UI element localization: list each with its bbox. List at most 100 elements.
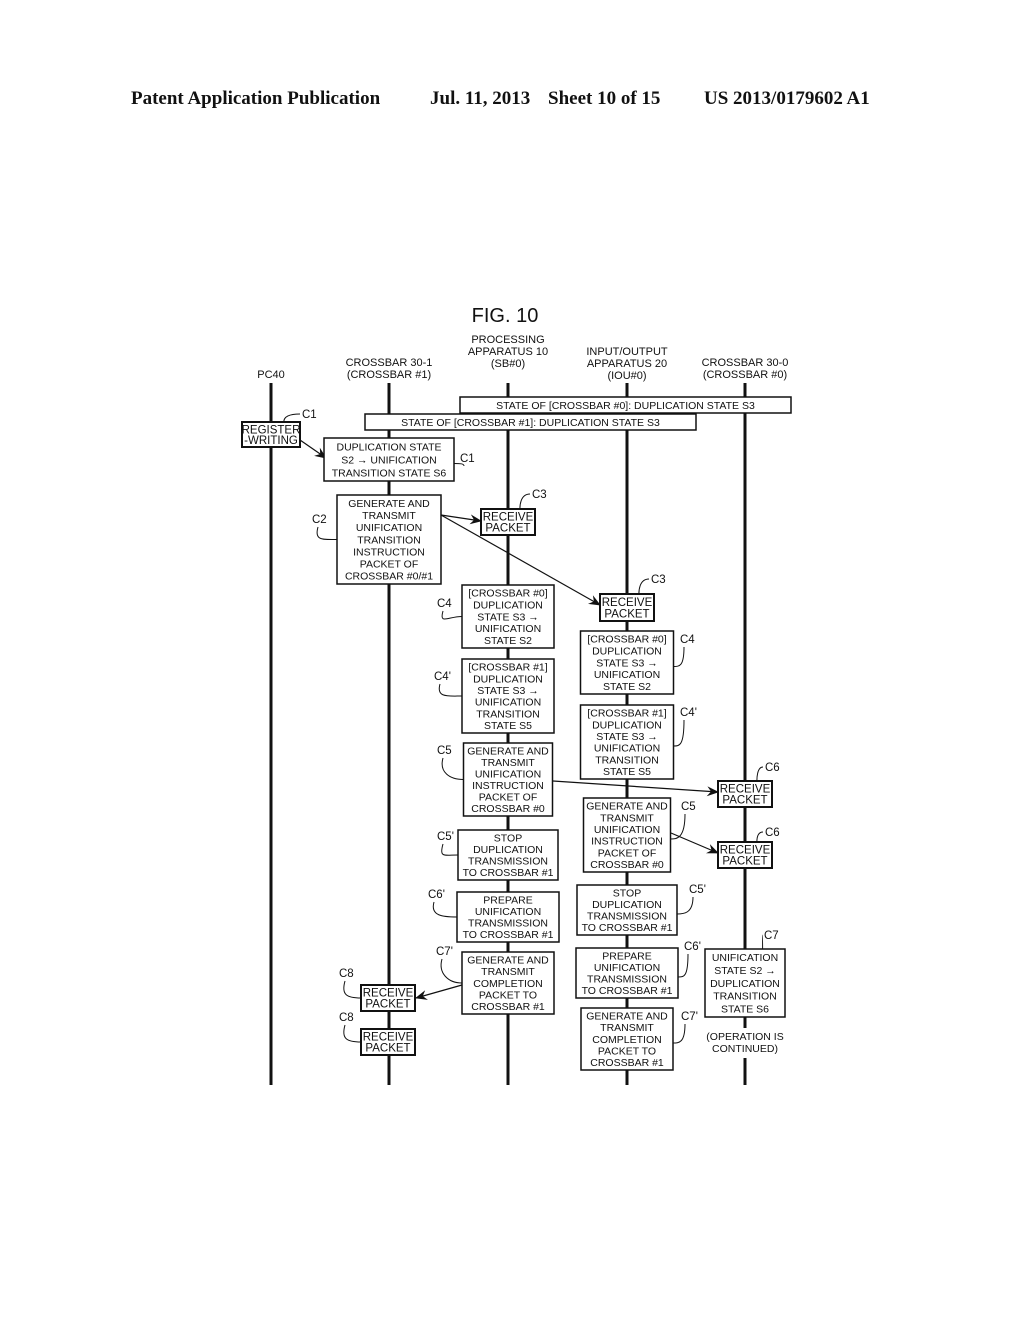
box-text-line: UNIFICATION	[594, 743, 660, 755]
box-text-line: UNIFICATION	[356, 522, 422, 534]
box-text-line: UNIFICATION	[594, 669, 660, 681]
step-label-text: C7'	[436, 946, 453, 958]
box-text-line: GENERATE AND	[586, 801, 668, 813]
step-label-c4: C4	[673, 634, 695, 667]
step-label-text: C3	[651, 574, 666, 586]
box-text-line: PACKET	[365, 999, 410, 1011]
lifeline-pc: PC40	[257, 369, 285, 1085]
callout-leader	[438, 683, 463, 697]
step-label-text: C4	[680, 634, 695, 646]
step-label-text: C4'	[434, 671, 451, 683]
step-label-text: C1	[302, 409, 317, 421]
box-text-line: STATE S5	[484, 720, 532, 732]
box-text-line: DUPLICATION	[473, 673, 543, 685]
state-crossbar0: STATE OF [CROSSBAR #0]: DUPLICATION STAT…	[459, 396, 792, 414]
state-crossbar1: STATE OF [CROSSBAR #1]: DUPLICATION STAT…	[364, 413, 697, 431]
lifeline-label: CROSSBAR 30-1	[346, 357, 433, 369]
box-text-line: PACKET	[722, 795, 767, 807]
box-text-line: TO CROSSBAR #1	[582, 922, 673, 934]
lifeline-label: APPARATUS 20	[587, 358, 667, 370]
step-label-c8: C8	[339, 968, 362, 999]
box-text-line: UNIFICATION	[594, 962, 660, 974]
lifeline-label: PC40	[257, 369, 285, 381]
step-label-text: C4	[437, 598, 452, 610]
box-text-line: STATE S6	[721, 1003, 769, 1015]
step-label-c5-prime: C5'	[437, 831, 459, 856]
step-label-text: C5	[681, 801, 696, 813]
step-label-text: C7	[764, 930, 779, 942]
callout-leader	[756, 766, 764, 782]
box-text-line: PREPARE	[602, 951, 651, 963]
box-text-line: STATE S2	[603, 681, 651, 693]
step-label-text: C3	[532, 489, 547, 501]
box-text-line: COMPLETION	[473, 978, 542, 990]
callout-leader	[756, 831, 764, 843]
box-text-line: TRANSMIT	[600, 812, 654, 824]
box-text-line: CROSSBAR #0	[471, 803, 545, 815]
box-text-line: DUPLICATION	[592, 899, 662, 911]
step-label-c4: C4	[437, 598, 463, 620]
step-label-c7-prime: C7'	[436, 946, 463, 984]
box-text-line: UNIFICATION	[594, 824, 660, 836]
operation-continued-note: CONTINUED)	[712, 1043, 778, 1055]
step-label-c7: C7	[761, 930, 779, 950]
box-text-line: S2 → UNIFICATION	[341, 454, 436, 466]
lifeline-label: (CROSSBAR #0)	[703, 369, 787, 381]
box-text-line: PACKET	[365, 1043, 410, 1055]
callout-leader	[440, 958, 463, 984]
callout-leader	[316, 526, 338, 541]
box-text-line: TRANSMISSION	[587, 911, 667, 923]
iou-crossbar0-state-box: [CROSSBAR #0]DUPLICATIONSTATE S3 →UNIFIC…	[579, 630, 675, 695]
box-text-line: PREPARE	[483, 895, 532, 907]
box-text-line: INSTRUCTION	[591, 836, 663, 848]
sb-stop-duplication-box: STOPDUPLICATIONTRANSMISSIONTO CROSSBAR #…	[457, 829, 559, 881]
box-text-line: [CROSSBAR #0]	[587, 634, 666, 646]
step-label-text: C6	[765, 827, 780, 839]
callout-leader	[441, 610, 463, 620]
lifeline-label: PROCESSING	[471, 334, 544, 346]
step-label-c6-prime: C6'	[677, 941, 701, 978]
step-label-c6: C6	[756, 827, 780, 843]
callout-leader	[638, 578, 650, 595]
box-text-line: GENERATE AND	[586, 1011, 668, 1023]
box-text-line: CROSSBAR #1	[471, 1001, 545, 1013]
iou-generate-unification-box: GENERATE ANDTRANSMITUNIFICATIONINSTRUCTI…	[582, 797, 672, 873]
xb1-generate-transmit-box: GENERATE ANDTRANSMITUNIFICATIONTRANSITIO…	[336, 494, 442, 585]
callout-leader	[441, 843, 459, 856]
xb0-receive-packet-1-box: RECEIVEPACKET	[717, 780, 773, 808]
sb-generate-completion-box: GENERATE ANDTRANSMITCOMPLETIONPACKET TOC…	[461, 951, 555, 1015]
state-bar-text: STATE OF [CROSSBAR #1]: DUPLICATION STAT…	[401, 417, 660, 429]
box-text-line: GENERATE AND	[467, 746, 549, 758]
box-text-line: UNIFICATION	[712, 952, 778, 964]
xb0-unification-state-box: UNIFICATIONSTATE S2 →DUPLICATIONTRANSITI…	[704, 948, 786, 1018]
step-label-text: C8	[339, 968, 354, 980]
callout-leader	[677, 953, 689, 978]
box-text-line: TRANSMISSION	[468, 856, 548, 868]
box-text-line: TRANSMIT	[600, 1022, 654, 1034]
box-text-line: -WRITING	[244, 435, 298, 447]
figure-title: FIG. 10	[472, 305, 539, 327]
box-text-line: DUPLICATION	[592, 719, 662, 731]
step-label-c3: C3	[638, 574, 666, 595]
state-bars: STATE OF [CROSSBAR #0]: DUPLICATION STAT…	[364, 396, 792, 431]
box-text-line: DUPLICATION	[473, 599, 543, 611]
step-label-c7-prime: C7'	[672, 1011, 698, 1044]
box-text-line: CROSSBAR #0/#1	[345, 571, 433, 583]
sb-receive-packet-box: RECEIVEPACKET	[480, 508, 536, 536]
box-text-line: DUPLICATION STATE	[336, 441, 441, 453]
box-text-line: PACKET OF	[360, 559, 419, 571]
step-label-c1: C1	[453, 453, 475, 467]
lifeline-label: INPUT/OUTPUT	[586, 346, 668, 358]
step-label-text: C7'	[681, 1011, 698, 1023]
step-label-text: C6	[765, 762, 780, 774]
iou-receive-packet-box: RECEIVEPACKET	[599, 593, 655, 622]
box-text-line: TO CROSSBAR #1	[463, 867, 554, 879]
step-label-text: C5'	[689, 884, 706, 896]
lifeline-label: APPARATUS 10	[468, 346, 548, 358]
sb-crossbar1-state-box: [CROSSBAR #1]DUPLICATIONSTATE S3 →UNIFIC…	[461, 658, 555, 734]
box-text-line: STATE S5	[603, 766, 651, 778]
step-label-text: C4'	[680, 707, 697, 719]
box-text-line: STOP	[494, 833, 522, 845]
callout-leader	[519, 493, 531, 510]
step-label-c4-prime: C4'	[673, 707, 697, 747]
